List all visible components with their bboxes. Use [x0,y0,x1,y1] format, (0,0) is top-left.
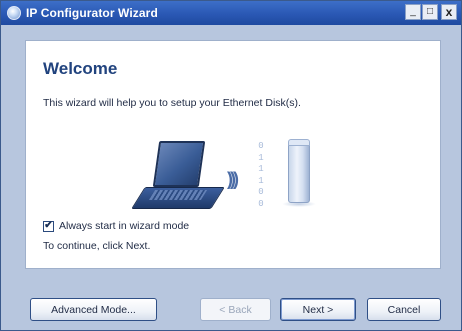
app-icon [7,6,21,20]
wizard-mode-label[interactable]: Always start in wizard mode [59,220,189,232]
binary-digits: 0 1 1 1 0 0 [257,141,265,210]
laptop-screen [152,141,206,187]
wizard-mode-option[interactable]: ✔ Always start in wizard mode [43,220,189,232]
title-bar[interactable]: IP Configurator Wizard _ □ x [1,1,461,25]
back-button[interactable]: < Back [200,298,271,321]
laptop-keyboard [148,190,208,200]
wizard-mode-checkbox[interactable]: ✔ [43,220,54,232]
window-title: IP Configurator Wizard [26,6,158,20]
window-controls: _ □ x [404,4,457,20]
disk-icon [288,143,310,203]
cancel-button[interactable]: Cancel [367,298,441,321]
wireless-waves-icon: ))) [227,169,239,189]
minimize-button[interactable]: _ [405,4,421,20]
binary-digit: 0 [258,187,264,197]
binary-digit: 1 [258,164,264,174]
next-button[interactable]: Next > [280,298,356,321]
continue-instruction: To continue, click Next. [43,240,151,252]
binary-digit: 1 [258,175,264,186]
advanced-mode-button[interactable]: Advanced Mode... [30,298,157,321]
binary-digit: 1 [258,152,264,163]
page-title: Welcome [43,59,118,78]
close-button[interactable]: x [441,4,457,20]
intro-text: This wizard will help you to setup your … [43,97,301,109]
binary-digit: 0 [258,141,264,151]
wizard-window: IP Configurator Wizard _ □ x Welcome Thi… [0,0,462,331]
content-panel: Welcome This wizard will help you to set… [25,40,441,269]
binary-digit: 0 [258,198,264,209]
maximize-button[interactable]: □ [422,4,438,20]
disk-top [288,139,310,146]
